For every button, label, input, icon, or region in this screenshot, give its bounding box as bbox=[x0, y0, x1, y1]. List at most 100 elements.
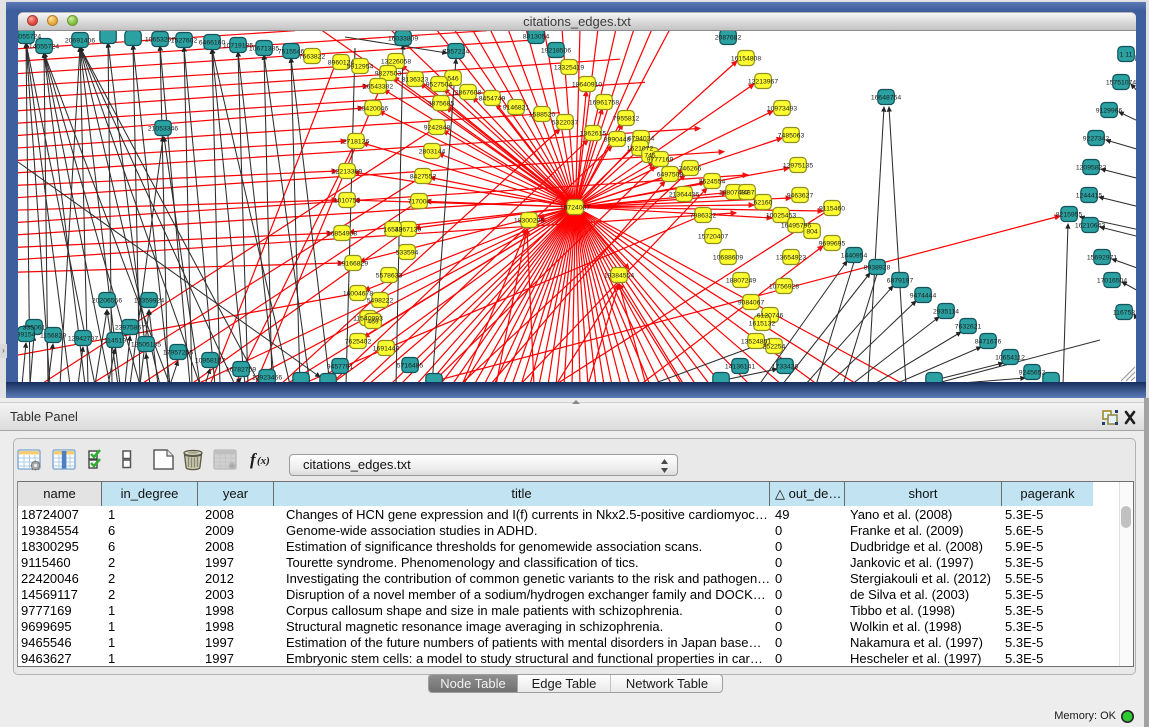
svg-text:5716485: 5716485 bbox=[397, 362, 424, 369]
svg-text:717004: 717004 bbox=[408, 198, 431, 205]
svg-text:10958107: 10958107 bbox=[195, 357, 225, 364]
svg-text:10025453: 10025453 bbox=[766, 212, 796, 219]
svg-text:17359924: 17359924 bbox=[134, 297, 164, 304]
svg-text:19166829: 19166829 bbox=[338, 260, 368, 267]
svg-text:6120746: 6120746 bbox=[757, 312, 784, 319]
svg-text:116753: 116753 bbox=[1113, 309, 1135, 316]
svg-text:9084067: 9084067 bbox=[738, 299, 765, 306]
svg-text:16154808: 16154808 bbox=[731, 55, 761, 62]
svg-text:1588520: 1588520 bbox=[529, 111, 556, 118]
svg-text:1615132: 1615132 bbox=[749, 320, 776, 327]
svg-text:19384554: 19384554 bbox=[604, 272, 634, 279]
svg-text:1621072: 1621072 bbox=[627, 145, 654, 152]
svg-text:8136323: 8136323 bbox=[402, 76, 429, 83]
svg-text:20206556: 20206556 bbox=[92, 297, 122, 304]
svg-text:10671385: 10671385 bbox=[249, 45, 279, 52]
svg-text:23975867: 23975867 bbox=[115, 324, 145, 331]
svg-text:39154: 39154 bbox=[18, 331, 36, 338]
svg-text:10973493: 10973493 bbox=[767, 105, 797, 112]
svg-text:23420046: 23420046 bbox=[358, 105, 388, 112]
svg-text:1156829: 1156829 bbox=[40, 332, 66, 339]
svg-text:8471676: 8471676 bbox=[975, 338, 1002, 345]
svg-text:5498222: 5498222 bbox=[367, 297, 394, 304]
svg-text:1440954: 1440954 bbox=[841, 252, 868, 259]
svg-text:16961758: 16961758 bbox=[589, 99, 619, 106]
svg-text:15692971: 15692971 bbox=[1087, 254, 1117, 261]
svg-text:16782759: 16782759 bbox=[226, 366, 256, 373]
svg-text:804: 804 bbox=[806, 228, 818, 235]
svg-text:8215955: 8215955 bbox=[1056, 211, 1083, 218]
svg-text:1527602: 1527602 bbox=[171, 37, 198, 44]
svg-text:10756928: 10756928 bbox=[769, 283, 799, 290]
svg-text:2867608: 2867608 bbox=[455, 89, 482, 96]
svg-text:18300295: 18300295 bbox=[514, 217, 544, 224]
svg-text:12505135: 12505135 bbox=[131, 341, 161, 348]
svg-text:8938928: 8938928 bbox=[864, 264, 891, 271]
svg-text:1733426: 1733426 bbox=[772, 363, 799, 370]
svg-text:12095822: 12095822 bbox=[1076, 164, 1106, 171]
svg-text:12213369: 12213369 bbox=[332, 168, 362, 175]
svg-text:7487: 7487 bbox=[739, 189, 754, 196]
svg-text:16004678: 16004678 bbox=[343, 290, 373, 297]
svg-text:8990448: 8990448 bbox=[604, 136, 631, 143]
svg-text:9463627: 9463627 bbox=[787, 192, 814, 199]
svg-text:114519: 114519 bbox=[104, 337, 126, 344]
svg-text:16210643: 16210643 bbox=[1075, 222, 1105, 229]
svg-text:16854908: 16854908 bbox=[327, 230, 357, 237]
svg-text:7625402: 7625402 bbox=[345, 338, 372, 345]
svg-text:2087682: 2087682 bbox=[715, 34, 742, 41]
svg-text:24055724: 24055724 bbox=[18, 33, 41, 40]
svg-text:16543382: 16543382 bbox=[363, 83, 393, 90]
svg-text:1 11: 1 11 bbox=[1120, 51, 1133, 58]
svg-text:16033809: 16033809 bbox=[388, 35, 418, 42]
svg-text:9457791: 9457791 bbox=[327, 363, 354, 370]
svg-text:7986322: 7986322 bbox=[690, 212, 717, 219]
svg-text:16549: 16549 bbox=[384, 226, 403, 233]
svg-text:8427552: 8427552 bbox=[410, 173, 437, 180]
svg-text:20691406: 20691406 bbox=[65, 37, 95, 44]
svg-text:12923466: 12923466 bbox=[252, 374, 282, 381]
svg-text:1691440: 1691440 bbox=[373, 345, 400, 352]
svg-text:17016504: 17016504 bbox=[1097, 277, 1127, 284]
svg-text:2803144: 2803144 bbox=[419, 148, 446, 155]
svg-text:1362615: 1362615 bbox=[580, 130, 607, 137]
svg-text:3624554: 3624554 bbox=[699, 178, 726, 185]
svg-text:7357224: 7357224 bbox=[443, 48, 470, 55]
svg-text:21364436: 21364436 bbox=[669, 191, 699, 198]
svg-text:8454749: 8454749 bbox=[479, 95, 506, 102]
svg-text:62160: 62160 bbox=[754, 199, 773, 206]
svg-text:12975135: 12975135 bbox=[783, 162, 813, 169]
svg-text:5912954: 5912954 bbox=[347, 63, 374, 70]
svg-text:533594: 533594 bbox=[396, 249, 419, 256]
svg-text:9699695: 9699695 bbox=[819, 240, 846, 247]
svg-text:13654923: 13654923 bbox=[776, 254, 806, 261]
svg-text:6794024: 6794024 bbox=[628, 135, 655, 142]
svg-text:21053346: 21053346 bbox=[148, 125, 178, 132]
svg-text:16648764: 16648764 bbox=[871, 94, 901, 101]
svg-text:12213967: 12213967 bbox=[748, 78, 778, 85]
svg-text:1244415: 1244415 bbox=[1076, 192, 1103, 199]
svg-text:8813054: 8813054 bbox=[523, 33, 550, 40]
svg-text:18807249: 18807249 bbox=[726, 277, 756, 284]
svg-text:9129966: 9129966 bbox=[1096, 107, 1123, 114]
svg-text:2935114: 2935114 bbox=[933, 308, 959, 315]
svg-text:12942737: 12942737 bbox=[68, 335, 98, 342]
svg-text:10654112: 10654112 bbox=[995, 354, 1025, 361]
svg-text:9242848: 9242848 bbox=[424, 124, 451, 131]
svg-text:15720407: 15720407 bbox=[698, 233, 728, 240]
svg-text:5578633: 5578633 bbox=[376, 272, 403, 279]
svg-text:14055724: 14055724 bbox=[29, 43, 59, 50]
svg-text:9227342: 9227342 bbox=[1083, 135, 1110, 142]
svg-text:15751074: 15751074 bbox=[1106, 79, 1136, 86]
svg-text:469: 469 bbox=[367, 318, 379, 325]
svg-text:9827503: 9827503 bbox=[375, 70, 402, 77]
svg-text:10688609: 10688609 bbox=[713, 254, 743, 261]
svg-text:7663822: 7663822 bbox=[299, 53, 326, 60]
svg-text:5322037: 5322037 bbox=[552, 119, 579, 126]
svg-text:13325419: 13325419 bbox=[554, 64, 584, 71]
svg-text:(x): (x) bbox=[257, 455, 270, 467]
svg-text:335061: 335061 bbox=[23, 324, 46, 331]
svg-text:9245652: 9245652 bbox=[1019, 369, 1046, 376]
svg-text:14136141: 14136141 bbox=[725, 363, 755, 370]
svg-text:3875685: 3875685 bbox=[428, 100, 455, 107]
